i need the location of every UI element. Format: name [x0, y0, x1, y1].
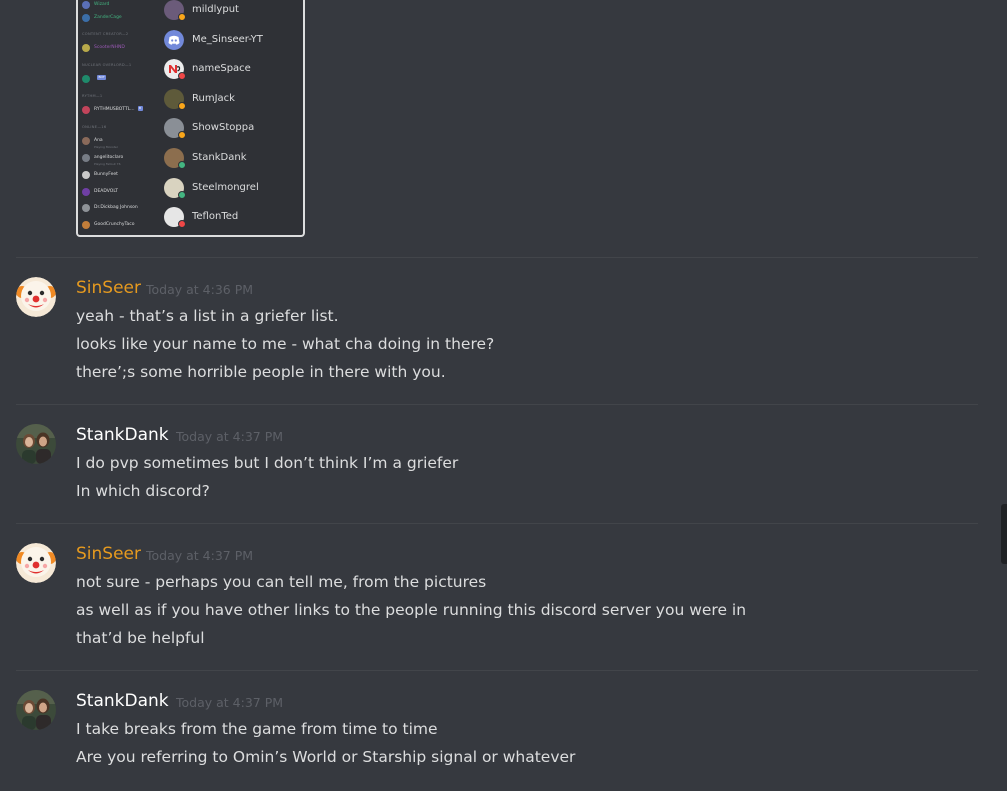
avatar[interactable] [16, 277, 56, 317]
member-name: StankDank [192, 152, 247, 163]
member-group-heading: ONLINE—16 [82, 125, 107, 129]
mini-member-name: BOT [94, 74, 107, 84]
message-content: yeah - that’s a list in a griefer list. [76, 307, 339, 325]
status-dot-icon [178, 13, 186, 21]
mini-member-activity: Playing Fallout 76 [94, 162, 121, 166]
member-name: mildlyput [192, 4, 239, 15]
member-list-item: Me_Sinseer-YT [164, 28, 303, 52]
message-author[interactable]: SinSeer [76, 543, 141, 565]
user-photo-icon [16, 424, 56, 464]
message-author[interactable]: SinSeer [76, 277, 141, 299]
mini-avatar-icon [82, 171, 90, 179]
status-dot-icon [178, 72, 186, 81]
message-divider [16, 523, 978, 524]
status-dot-icon [178, 131, 186, 140]
status-dot-icon [178, 101, 186, 110]
member-list-item: Steelmongrel [164, 176, 303, 200]
clown-face-icon [16, 543, 56, 583]
message-content: there’;s some horrible people in there w… [76, 363, 446, 381]
member-name: RumJack [192, 92, 235, 104]
mini-member-name: Dr.Dickbag Johnson [94, 205, 138, 210]
mini-avatar-icon [82, 221, 90, 229]
message-content: that’d be helpful [76, 629, 205, 647]
message-divider [16, 257, 978, 258]
mini-avatar-icon [82, 14, 90, 22]
member-group-heading: NUCLEAR OVERLORD—1 [82, 63, 132, 67]
member-list-item: mildlyput [164, 0, 303, 22]
member-name: ShowStoppa [192, 122, 255, 134]
status-dot-icon [178, 220, 186, 229]
status-dot-icon [178, 161, 186, 169]
chat-view: Wizard ZanderCage CONTENT CREATOR—2 Scooter… [0, 0, 1007, 791]
member-list-item: StankDank [164, 146, 303, 170]
avatar[interactable] [16, 424, 56, 464]
member-name: Me_Sinseer-YT [192, 33, 263, 45]
message-timestamp: Today at 4:37 PM [146, 548, 254, 563]
message-timestamp: Today at 4:37 PM [176, 695, 284, 710]
message-group: SinSeer Today at 4:36 PM yeah - that’s a l… [0, 276, 1000, 400]
message-content: I take breaks from the game from time to… [76, 720, 438, 738]
message-divider [16, 404, 978, 405]
mini-member-name: ZanderCage [94, 15, 122, 20]
message-group: SinSeer Today at 4:37 PM not sure - perhap… [0, 542, 1000, 666]
attachment-member-list: mildlyput Me_Sinseer-YT nameSpace RumJack Sh… [164, 0, 303, 235]
message-timestamp: Today at 4:37 PM [176, 429, 284, 444]
mini-avatar-icon [82, 75, 90, 83]
image-attachment[interactable]: Wizard ZanderCage CONTENT CREATOR—2 Scooter… [76, 0, 305, 237]
discord-logo-icon [164, 29, 184, 50]
member-group-heading: CONTENT CREATOR—2 [82, 32, 129, 36]
message-content: In which discord? [76, 482, 210, 500]
message-content: not sure - perhaps you can tell me, from… [76, 573, 487, 591]
member-list-item: RumJack [164, 87, 303, 111]
mini-member-activity: Playing Monster [94, 145, 118, 149]
mini-avatar-icon [82, 204, 90, 212]
member-list-item: TeflonTed [164, 205, 303, 229]
mini-member-name: GoodCrunchyTaco [94, 222, 135, 227]
message-content: Are you referring to Omin’s World or Sta… [76, 748, 576, 766]
status-dot-icon [178, 190, 186, 199]
mini-avatar-icon [82, 1, 90, 9]
member-name: Steelmongrel [192, 181, 259, 193]
bot-tag: BOT [97, 75, 107, 80]
attachment-left-column: Wizard ZanderCage CONTENT CREATOR—2 Scooter… [82, 0, 160, 235]
message-timestamp: Today at 4:36 PM [146, 282, 254, 297]
message-group: StankDank Today at 4:37 PM I do pvp someti… [0, 423, 1000, 519]
clown-face-icon [16, 277, 56, 317]
mini-member-name: BunnyFeet [94, 172, 118, 177]
member-group-heading: RYTHM—1 [82, 94, 103, 98]
member-name: TeflonTed [192, 211, 239, 223]
message-author[interactable]: StankDank [76, 424, 169, 446]
mini-avatar-icon [82, 154, 90, 162]
avatar[interactable] [16, 543, 56, 583]
mini-avatar-icon [82, 106, 90, 114]
message-content: looks like your name to me - what cha do… [76, 335, 495, 353]
mini-member-name: ScooterNHND [94, 45, 125, 50]
member-avatar-icon [164, 29, 184, 50]
bot-tag: B [137, 106, 143, 111]
mini-avatar-icon [82, 44, 90, 52]
mini-member-name: Wizard [94, 2, 110, 7]
mini-member-name: RYTHMUSBOTTL... B [94, 106, 143, 112]
member-list-item: ShowStoppa [164, 116, 303, 140]
message-group: StankDank Today at 4:37 PM I take breaks f… [0, 689, 1000, 785]
message-content: I do pvp sometimes but I don’t think I’m… [76, 454, 459, 472]
message-divider [16, 670, 978, 671]
mini-avatar-icon [82, 188, 90, 196]
member-list-item: nameSpace [164, 57, 303, 81]
mini-member-name: DEADVOLT [94, 189, 118, 194]
avatar[interactable] [16, 690, 56, 730]
scrollbar-thumb[interactable] [1001, 504, 1007, 564]
message-content: as well as if you have other links to th… [76, 601, 747, 619]
mini-avatar-icon [82, 137, 90, 145]
message-author[interactable]: StankDank [76, 690, 169, 712]
user-photo-icon [16, 690, 56, 730]
member-name: nameSpace [192, 63, 251, 75]
